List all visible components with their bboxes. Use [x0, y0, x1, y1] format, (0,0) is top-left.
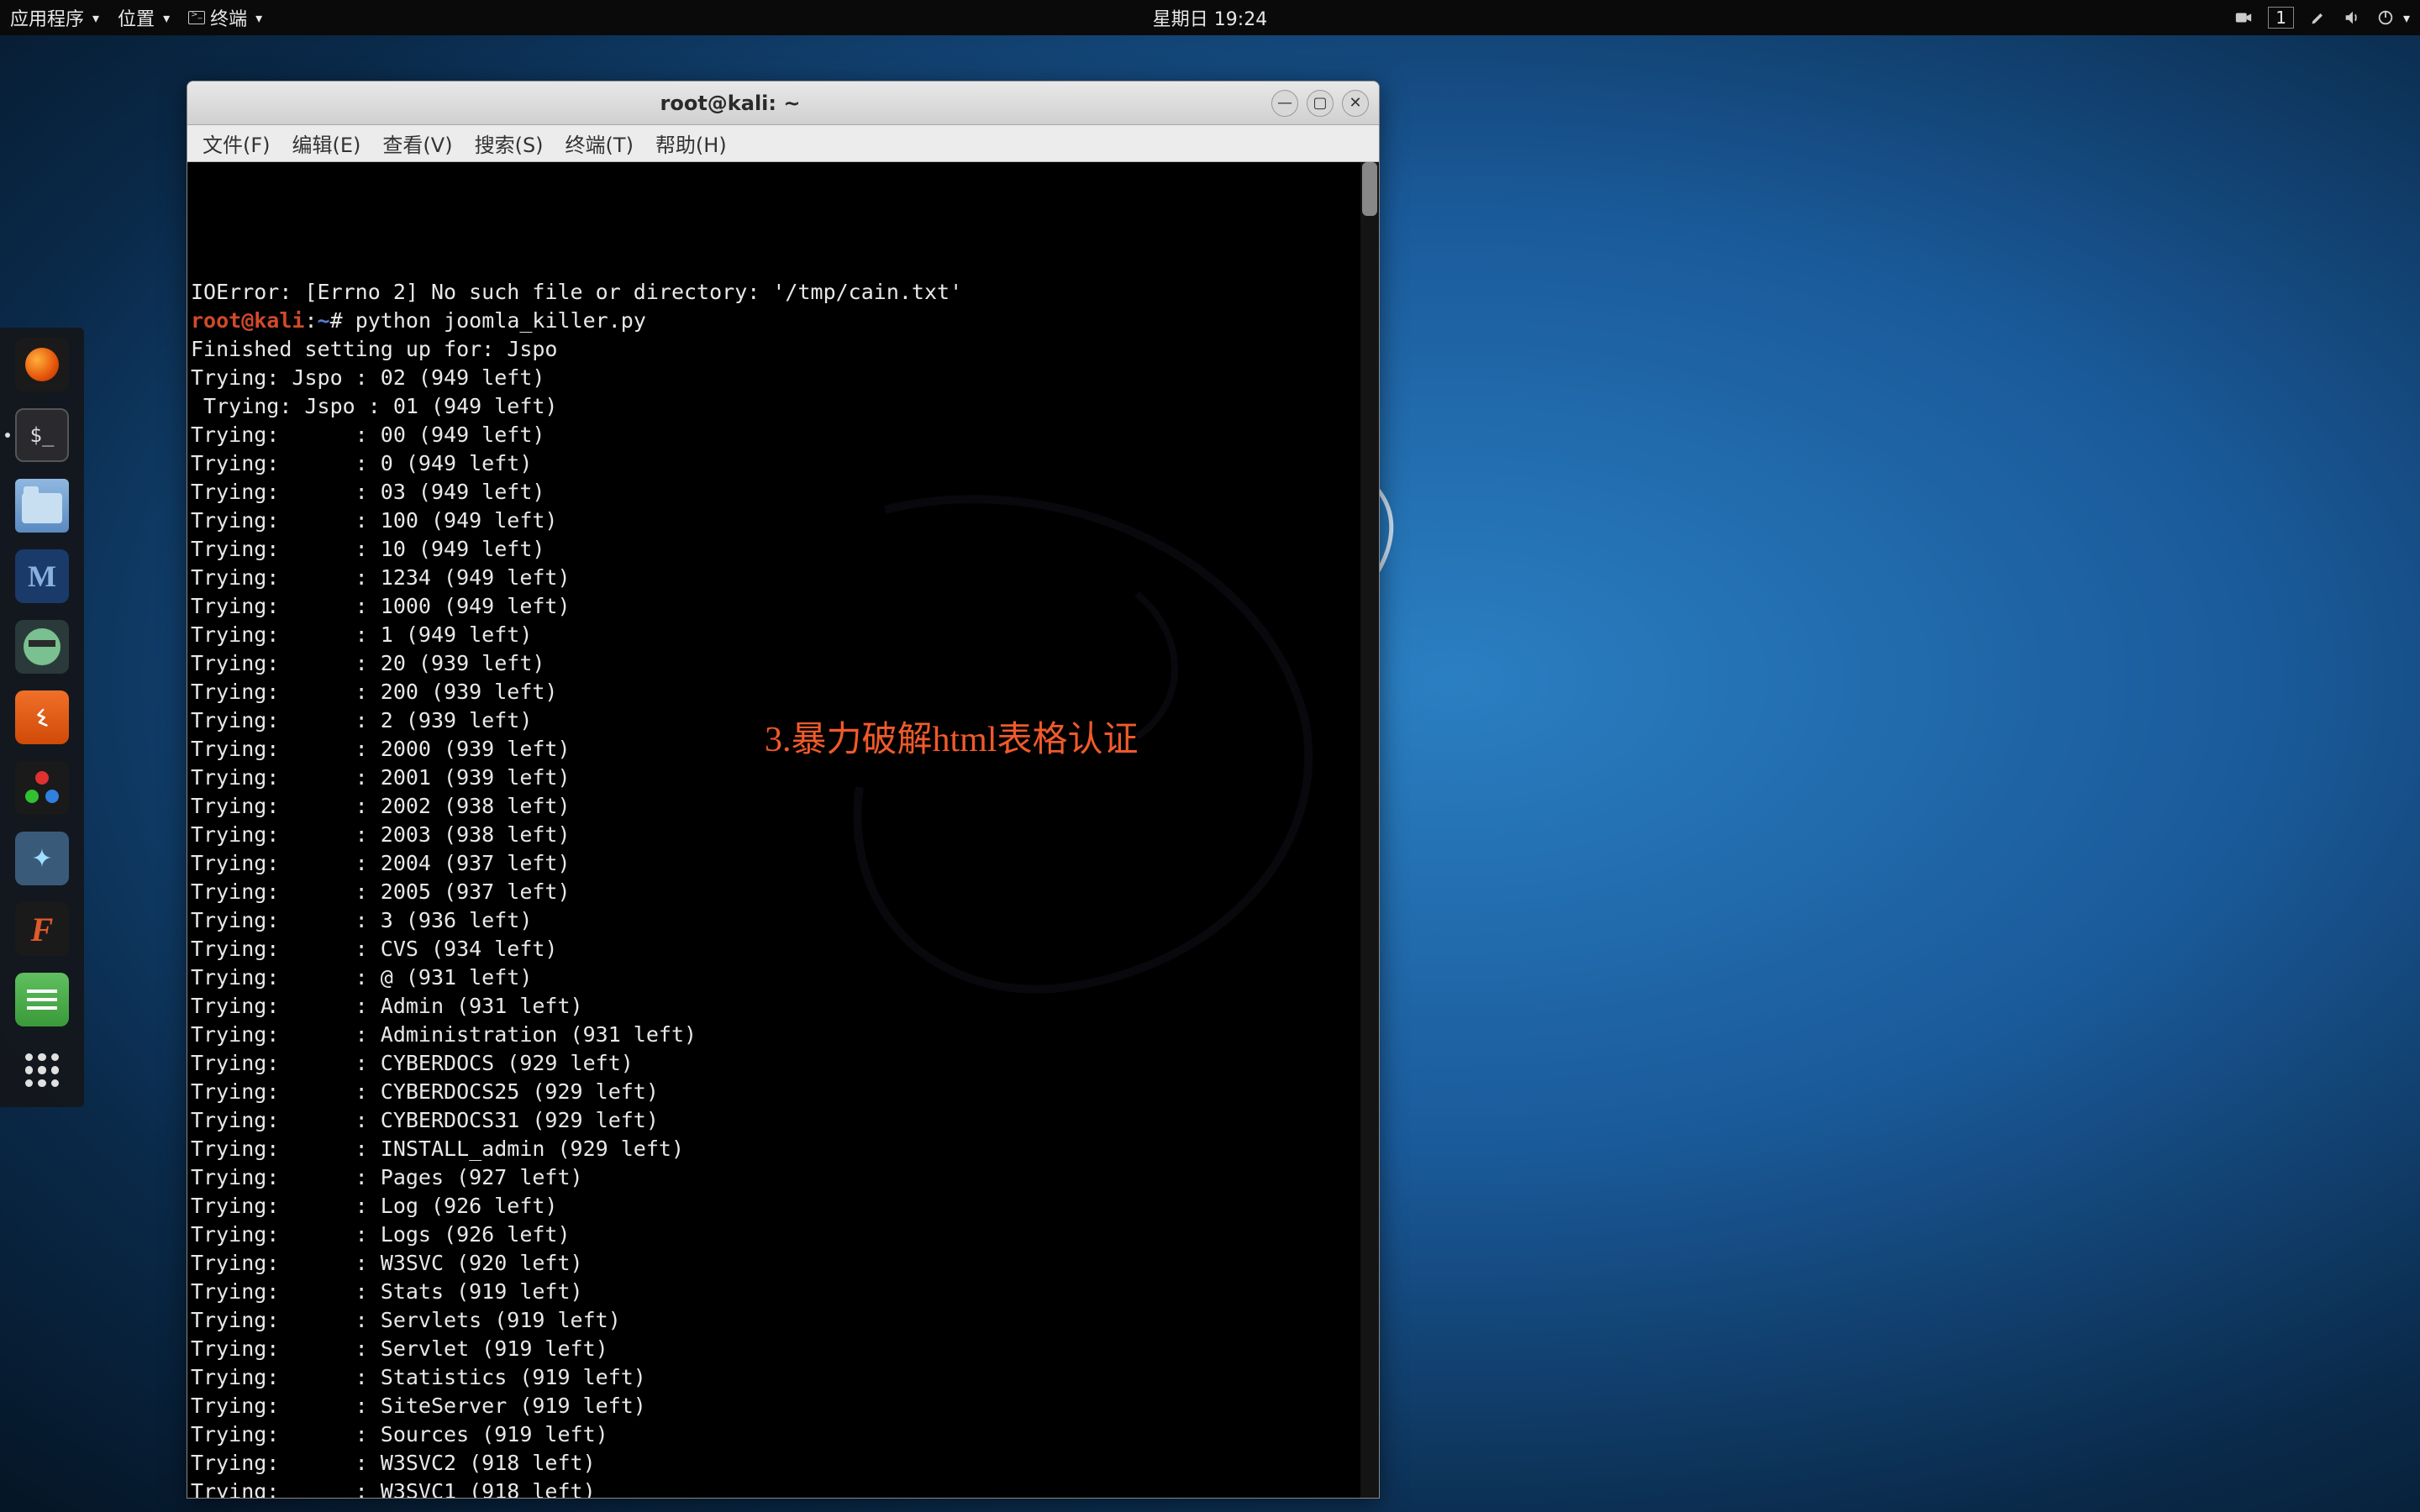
power-menu[interactable]: [2376, 8, 2410, 27]
scrollbar-thumb[interactable]: [1362, 162, 1377, 216]
video-recording-icon[interactable]: [2234, 8, 2253, 27]
dock-armitage[interactable]: [15, 620, 69, 674]
places-menu[interactable]: 位置: [118, 4, 170, 31]
top-menu-bar: 应用程序 位置 终端 星期日 19:24 1: [0, 0, 2420, 35]
maximize-button[interactable]: ▢: [1307, 90, 1334, 117]
menu-terminal[interactable]: 终端(T): [566, 129, 634, 158]
folder-icon: [22, 493, 62, 523]
menu-edit[interactable]: 编辑(E): [292, 129, 361, 158]
menu-view[interactable]: 查看(V): [382, 129, 452, 158]
places-label: 位置: [118, 4, 155, 31]
terminal-label: 终端: [210, 4, 247, 31]
terminal-window: root@kali: ~ — ▢ ✕ 文件(F) 编辑(E) 查看(V) 搜索(…: [187, 81, 1380, 1499]
applications-label: 应用程序: [10, 4, 84, 31]
window-titlebar[interactable]: root@kali: ~ — ▢ ✕: [187, 81, 1379, 125]
menu-search[interactable]: 搜索(S): [475, 129, 544, 158]
tool-icon: ✦: [31, 844, 52, 874]
terminal-menubar: 文件(F) 编辑(E) 查看(V) 搜索(S) 终端(T) 帮助(H): [187, 125, 1379, 162]
dash-dock: $_ M ଽ ✦ F: [0, 328, 84, 1107]
dock-zenmap[interactable]: [15, 761, 69, 815]
menu-help[interactable]: 帮助(H): [655, 129, 727, 158]
color-picker-icon[interactable]: [2309, 8, 2328, 27]
ninja-icon: [24, 628, 60, 665]
dock-burpsuite[interactable]: ଽ: [15, 690, 69, 744]
terminal-icon: [188, 11, 205, 24]
clock[interactable]: 星期日 19:24: [1153, 4, 1267, 31]
close-button[interactable]: ✕: [1342, 90, 1369, 117]
dock-firefox[interactable]: [15, 338, 69, 391]
apps-grid-icon: [25, 1053, 59, 1087]
annotation-overlay: 3.暴力破解html表格认证: [765, 711, 1139, 762]
dock-files[interactable]: [15, 479, 69, 533]
volume-icon[interactable]: [2343, 8, 2361, 27]
minimize-button[interactable]: —: [1271, 90, 1298, 117]
window-title: root@kali: ~: [197, 92, 1263, 115]
dock-faraday[interactable]: F: [15, 902, 69, 956]
terminal-menu-top[interactable]: 终端: [188, 4, 262, 31]
menu-file[interactable]: 文件(F): [203, 129, 271, 158]
firefox-icon: [25, 348, 59, 381]
terminal-icon: $_: [30, 423, 55, 447]
rgb-icon: [24, 769, 60, 806]
lines-icon: [27, 998, 57, 1001]
dock-cherrytree[interactable]: [15, 973, 69, 1026]
dock-metasploit[interactable]: M: [15, 549, 69, 603]
terminal-content[interactable]: IOError: [Errno 2] No such file or direc…: [187, 162, 1379, 1498]
workspace-indicator[interactable]: 1: [2268, 7, 2294, 29]
f-icon: F: [31, 910, 54, 949]
dock-terminal[interactable]: $_: [15, 408, 69, 462]
metasploit-icon: M: [28, 559, 56, 594]
burp-icon: ଽ: [34, 701, 50, 734]
terminal-scrollbar[interactable]: [1360, 162, 1379, 1498]
dock-show-apps[interactable]: [15, 1043, 69, 1097]
dock-maltego[interactable]: ✦: [15, 832, 69, 885]
applications-menu[interactable]: 应用程序: [10, 4, 99, 31]
